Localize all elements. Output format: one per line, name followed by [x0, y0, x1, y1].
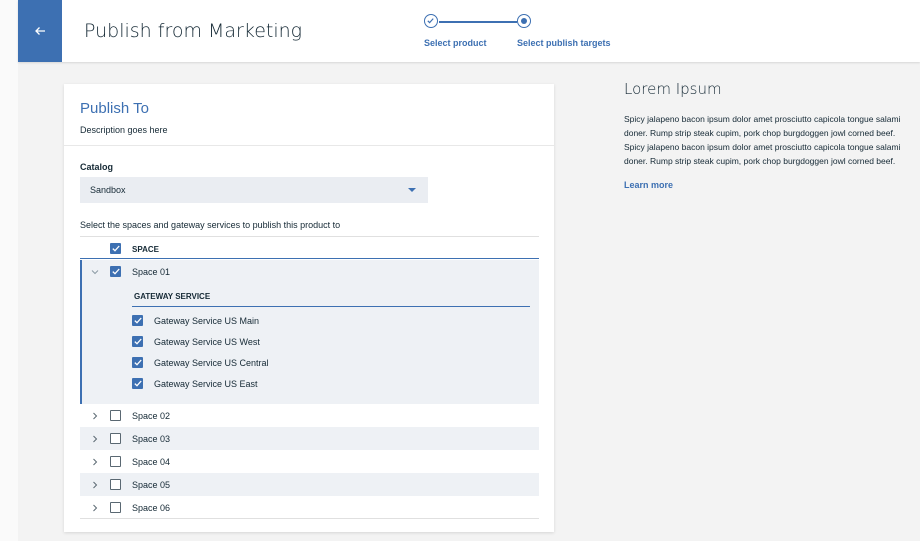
- space-label: Space 02: [132, 411, 171, 421]
- space-label: Space 06: [132, 503, 171, 513]
- learn-more-link[interactable]: Learn more: [624, 180, 904, 190]
- card-title: Publish To: [80, 100, 149, 117]
- catalog-select-value: Sandbox: [90, 185, 126, 195]
- side-panel-body: Spicy jalapeno bacon ipsum dolor amet pr…: [624, 114, 901, 166]
- space-label: Space 05: [132, 480, 171, 490]
- space-01-checkbox[interactable]: [110, 266, 121, 277]
- back-button[interactable]: [18, 0, 62, 62]
- table-row[interactable]: Space 04: [80, 450, 539, 473]
- publish-card: Publish To Description goes here Catalog…: [64, 84, 554, 532]
- step-label-select-targets: Select publish targets: [517, 38, 611, 48]
- space-label: Space 03: [132, 434, 171, 444]
- checkmark-icon: [133, 338, 142, 345]
- table-row[interactable]: Space 05: [80, 473, 539, 496]
- card-header: Publish To Description goes here: [64, 84, 554, 146]
- select-all-checkbox[interactable]: [110, 243, 121, 254]
- space-checkbox[interactable]: [110, 410, 121, 421]
- step-complete-checkmark-icon: [424, 14, 438, 28]
- space-label: Space 01: [132, 267, 171, 277]
- gateway-column-header: GATEWAY SERVICE: [134, 292, 211, 301]
- checkmark-icon: [133, 359, 142, 366]
- checkmark-icon: [133, 380, 142, 387]
- chevron-down-icon[interactable]: [90, 267, 100, 277]
- page-title: Publish from Marketing: [84, 20, 303, 42]
- space-checkbox[interactable]: [110, 479, 121, 490]
- caret-down-icon: [408, 188, 416, 192]
- chevron-right-icon[interactable]: [90, 411, 100, 421]
- space-column-header: SPACE: [132, 245, 159, 254]
- catalog-label: Catalog: [80, 162, 114, 172]
- card-description: Description goes here: [80, 125, 168, 135]
- expanded-space-row: Space 01 GATEWAY SERVICE Gateway Service…: [80, 260, 539, 404]
- gateway-checkbox[interactable]: [132, 336, 143, 347]
- table-row[interactable]: Space 03: [80, 427, 539, 450]
- table-row[interactable]: Space 02: [80, 404, 539, 427]
- chevron-right-icon[interactable]: [90, 434, 100, 444]
- gateway-checkbox[interactable]: [132, 357, 143, 368]
- side-panel: Lorem Ipsum Spicy jalapeno bacon ipsum d…: [624, 80, 904, 190]
- gateway-checkbox[interactable]: [132, 378, 143, 389]
- space-checkbox[interactable]: [110, 456, 121, 467]
- space-label: Space 04: [132, 457, 171, 467]
- table-header: SPACE: [80, 236, 539, 259]
- gateway-header-divider: [132, 306, 530, 307]
- step-label-select-product[interactable]: Select product: [424, 38, 487, 48]
- gateway-label: Gateway Service US East: [154, 379, 258, 389]
- chevron-right-icon[interactable]: [90, 480, 100, 490]
- checkmark-icon: [133, 317, 142, 324]
- catalog-select[interactable]: Sandbox: [80, 177, 428, 203]
- table-row[interactable]: Space 06: [80, 496, 539, 519]
- arrow-left-icon: [35, 27, 45, 35]
- side-panel-title: Lorem Ipsum: [624, 80, 722, 98]
- gateway-label: Gateway Service US Main: [154, 316, 260, 326]
- instruction-text: Select the spaces and gateway services t…: [80, 220, 341, 230]
- checkmark-icon: [111, 245, 120, 252]
- checkmark-icon: [111, 268, 120, 275]
- space-checkbox[interactable]: [110, 433, 121, 444]
- chevron-right-icon[interactable]: [90, 457, 100, 467]
- left-gutter: [0, 0, 18, 541]
- step-current-icon: [517, 14, 531, 28]
- step-connector: [439, 21, 517, 23]
- gateway-label: Gateway Service US Central: [154, 358, 269, 368]
- header-bar: Publish from Marketing Select product Se…: [18, 0, 920, 62]
- gateway-checkbox[interactable]: [132, 315, 143, 326]
- chevron-right-icon[interactable]: [90, 503, 100, 513]
- space-checkbox[interactable]: [110, 502, 121, 513]
- gateway-label: Gateway Service US West: [154, 337, 260, 347]
